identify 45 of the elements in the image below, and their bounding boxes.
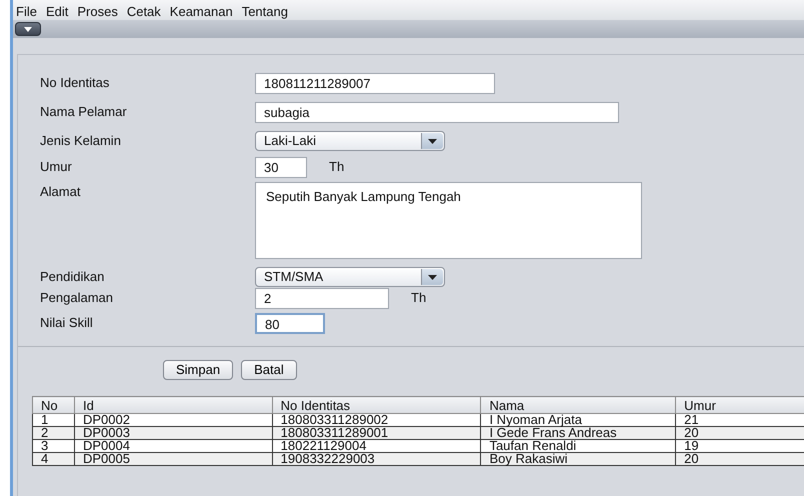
input-field[interactable]: 2 (255, 288, 389, 309)
field-label: Nama Pelamar (40, 103, 128, 121)
field-label: Jenis Kelamin (40, 132, 122, 150)
input-field[interactable]: 80 (255, 313, 325, 334)
menu-item[interactable]: Cetak (126, 2, 161, 20)
unit-label: Th (329, 158, 344, 176)
caret-icon (428, 274, 437, 280)
menu-item[interactable]: Tentang (242, 2, 288, 20)
table-cell: 1908332229003 (272, 452, 481, 466)
caret-icon (24, 26, 32, 32)
table-cell: 4 (32, 452, 74, 466)
menu-item[interactable]: File (16, 2, 37, 20)
column-header[interactable]: No (32, 396, 74, 414)
menu-item[interactable]: Edit (46, 2, 68, 20)
menu-item[interactable]: Proses (77, 2, 118, 20)
field-label: Pengalaman (40, 289, 114, 307)
caret-icon (428, 138, 437, 144)
action-button[interactable]: Batal (241, 360, 297, 380)
field-label: Nilai Skill (40, 314, 94, 332)
column-header[interactable]: Nama (480, 396, 676, 414)
unit-label: Th (411, 289, 426, 307)
table-cell: Boy Rakasiwi (480, 452, 676, 466)
input-field[interactable]: subagia (255, 102, 619, 123)
table-cell: 180803311289001 (272, 426, 481, 440)
text-area[interactable]: Seputih Banyak Lampung Tengah (255, 182, 642, 259)
table-cell: 20 (676, 452, 804, 466)
dropdown-button[interactable] (15, 22, 41, 36)
field-label: Umur (40, 158, 73, 176)
input-field[interactable]: 180811211289007 (255, 73, 495, 94)
column-header[interactable]: Id (74, 396, 272, 414)
field-label: Pendidikan (40, 268, 106, 286)
dropdown[interactable]: Laki-Laki (255, 131, 445, 151)
table-cell: I Gede Frans Andreas (480, 426, 676, 440)
field-label: Alamat (40, 183, 82, 201)
column-header[interactable]: No Identitas (272, 396, 481, 414)
table-cell: 2 (32, 426, 74, 440)
action-button[interactable]: Simpan (163, 360, 234, 380)
field-label: No Identitas (40, 74, 110, 92)
menu-item[interactable]: Keamanan (170, 2, 233, 20)
table-cell: DP0003 (74, 426, 272, 440)
table-cell: DP0005 (74, 452, 272, 466)
column-header[interactable]: Umur (676, 396, 804, 414)
input-field[interactable]: 30 (255, 157, 307, 178)
table-cell: 20 (676, 426, 804, 440)
dropdown[interactable]: STM/SMA (255, 267, 445, 287)
